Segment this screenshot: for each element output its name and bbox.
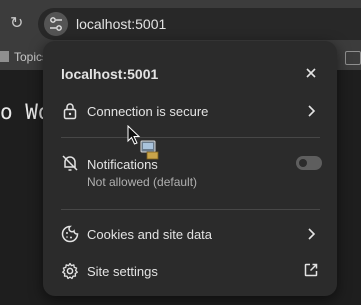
folder-icon xyxy=(0,51,9,62)
chevron-right-icon xyxy=(308,228,316,240)
cookie-icon xyxy=(61,225,79,243)
divider xyxy=(61,209,320,210)
close-icon[interactable] xyxy=(301,63,321,83)
address-bar[interactable]: localhost:5001 xyxy=(38,8,361,40)
cookies-label: Cookies and site data xyxy=(87,227,213,242)
mouse-cursor-icon xyxy=(127,125,159,160)
open-external-icon xyxy=(304,263,318,277)
site-settings-label: Site settings xyxy=(87,264,158,279)
reload-icon[interactable]: ↻ xyxy=(10,13,23,35)
toggle-knob xyxy=(299,159,307,167)
gear-icon xyxy=(62,262,78,280)
site-info-popup: localhost:5001 Connection is secure Noti… xyxy=(43,41,337,296)
chevron-right-icon xyxy=(308,105,316,117)
site-info-button[interactable] xyxy=(44,12,68,36)
popup-title: localhost:5001 xyxy=(61,66,159,82)
url-text[interactable]: localhost:5001 xyxy=(76,16,166,32)
notifications-off-icon xyxy=(62,155,78,171)
divider xyxy=(61,137,320,138)
notifications-toggle[interactable] xyxy=(296,156,322,170)
lock-icon xyxy=(63,103,77,120)
notifications-status: Not allowed (default) xyxy=(87,175,198,189)
connection-label: Connection is secure xyxy=(87,104,209,119)
tune-icon xyxy=(50,17,62,31)
bookmarks-folder-icon[interactable] xyxy=(345,51,361,65)
